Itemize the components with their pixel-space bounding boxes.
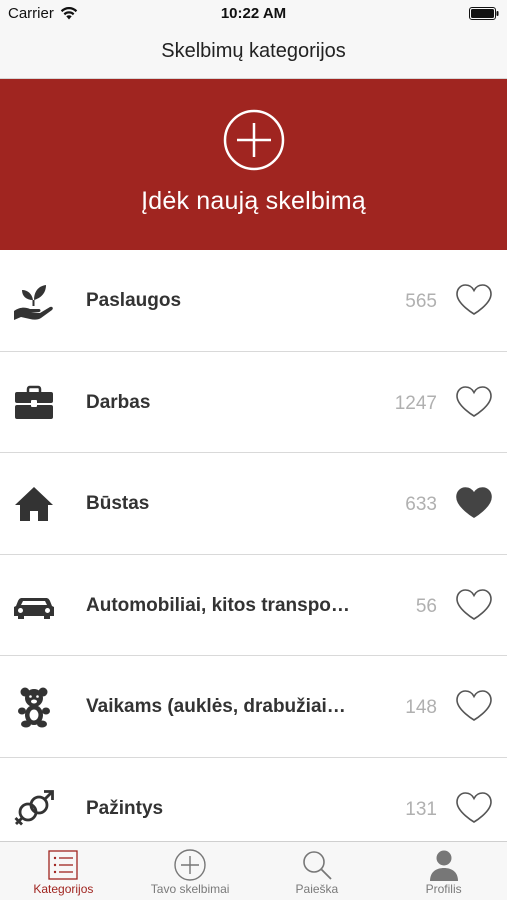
person-icon: [429, 850, 458, 881]
category-count: 131: [405, 798, 437, 820]
list-icon: [48, 850, 79, 880]
hand-plant-icon: [14, 285, 53, 320]
tab-label: Kategorijos: [33, 882, 94, 896]
tab-bar: Kategorijos Tavo skelbimai Paieška Profi…: [0, 841, 507, 900]
category-label: Paslaugos: [86, 290, 182, 311]
plus-circle-icon: [174, 849, 206, 881]
heart-outline-icon[interactable]: [455, 689, 493, 723]
add-listing-label: Įdėk naują skelbimą: [141, 187, 366, 215]
plus-circle-icon: [223, 109, 285, 171]
tab-profilis[interactable]: Profilis: [380, 842, 507, 900]
tab-label: Tavo skelbimai: [150, 882, 230, 896]
category-row-vaikams[interactable]: Vaikams (auklės, drabužiai… 148: [0, 656, 507, 758]
car-icon: [14, 597, 54, 619]
category-row-paslaugos[interactable]: Paslaugos 565: [0, 250, 507, 352]
category-count: 56: [415, 595, 437, 617]
navigation-bar: Skelbimų kategorijos: [0, 28, 507, 79]
battery-icon: [469, 7, 499, 20]
category-count: 565: [405, 291, 437, 312]
tab-label: Profilis: [425, 882, 462, 896]
tab-kategorijos[interactable]: Kategorijos: [0, 842, 127, 900]
gender-symbols-icon: [14, 789, 54, 825]
category-label: Automobiliai, kitos transpo…: [86, 594, 350, 616]
tab-label: Paieška: [295, 882, 339, 896]
heart-outline-icon[interactable]: [455, 588, 493, 622]
heart-filled-icon[interactable]: [455, 486, 493, 520]
heart-outline-icon[interactable]: [455, 791, 493, 825]
teddy-bear-icon: [18, 687, 50, 728]
category-row-automobiliai[interactable]: Automobiliai, kitos transpo… 56: [0, 554, 507, 656]
category-count: 148: [405, 697, 437, 718]
category-row-bustas[interactable]: Būstas 633: [0, 453, 507, 555]
heart-outline-icon[interactable]: [455, 385, 493, 419]
status-time: 10:22 AM: [220, 5, 287, 22]
page-title: Skelbimų kategorijos: [161, 40, 346, 62]
heart-outline-icon[interactable]: [455, 283, 493, 317]
category-row-darbas[interactable]: Darbas 1247: [0, 351, 507, 453]
category-label: Darbas: [86, 391, 151, 413]
house-icon: [15, 487, 53, 521]
briefcase-icon: [15, 385, 53, 419]
category-label: Vaikams (auklės, drabužiai…: [86, 696, 346, 717]
category-label: Būstas: [86, 493, 150, 514]
tab-tavo-skelbimai[interactable]: Tavo skelbimai: [127, 842, 254, 900]
status-bar: Carrier 10:22 AM: [0, 0, 507, 28]
search-icon: [303, 851, 332, 880]
category-list: Paslaugos 565 Darbas 1247 Būstas 633 Aut…: [0, 250, 507, 859]
add-listing-button[interactable]: Įdėk naują skelbimą: [0, 79, 507, 250]
tab-paieska[interactable]: Paieška: [254, 842, 381, 900]
category-label: Pažintys: [86, 797, 164, 819]
category-count: 1247: [394, 392, 437, 414]
category-count: 633: [405, 494, 437, 515]
